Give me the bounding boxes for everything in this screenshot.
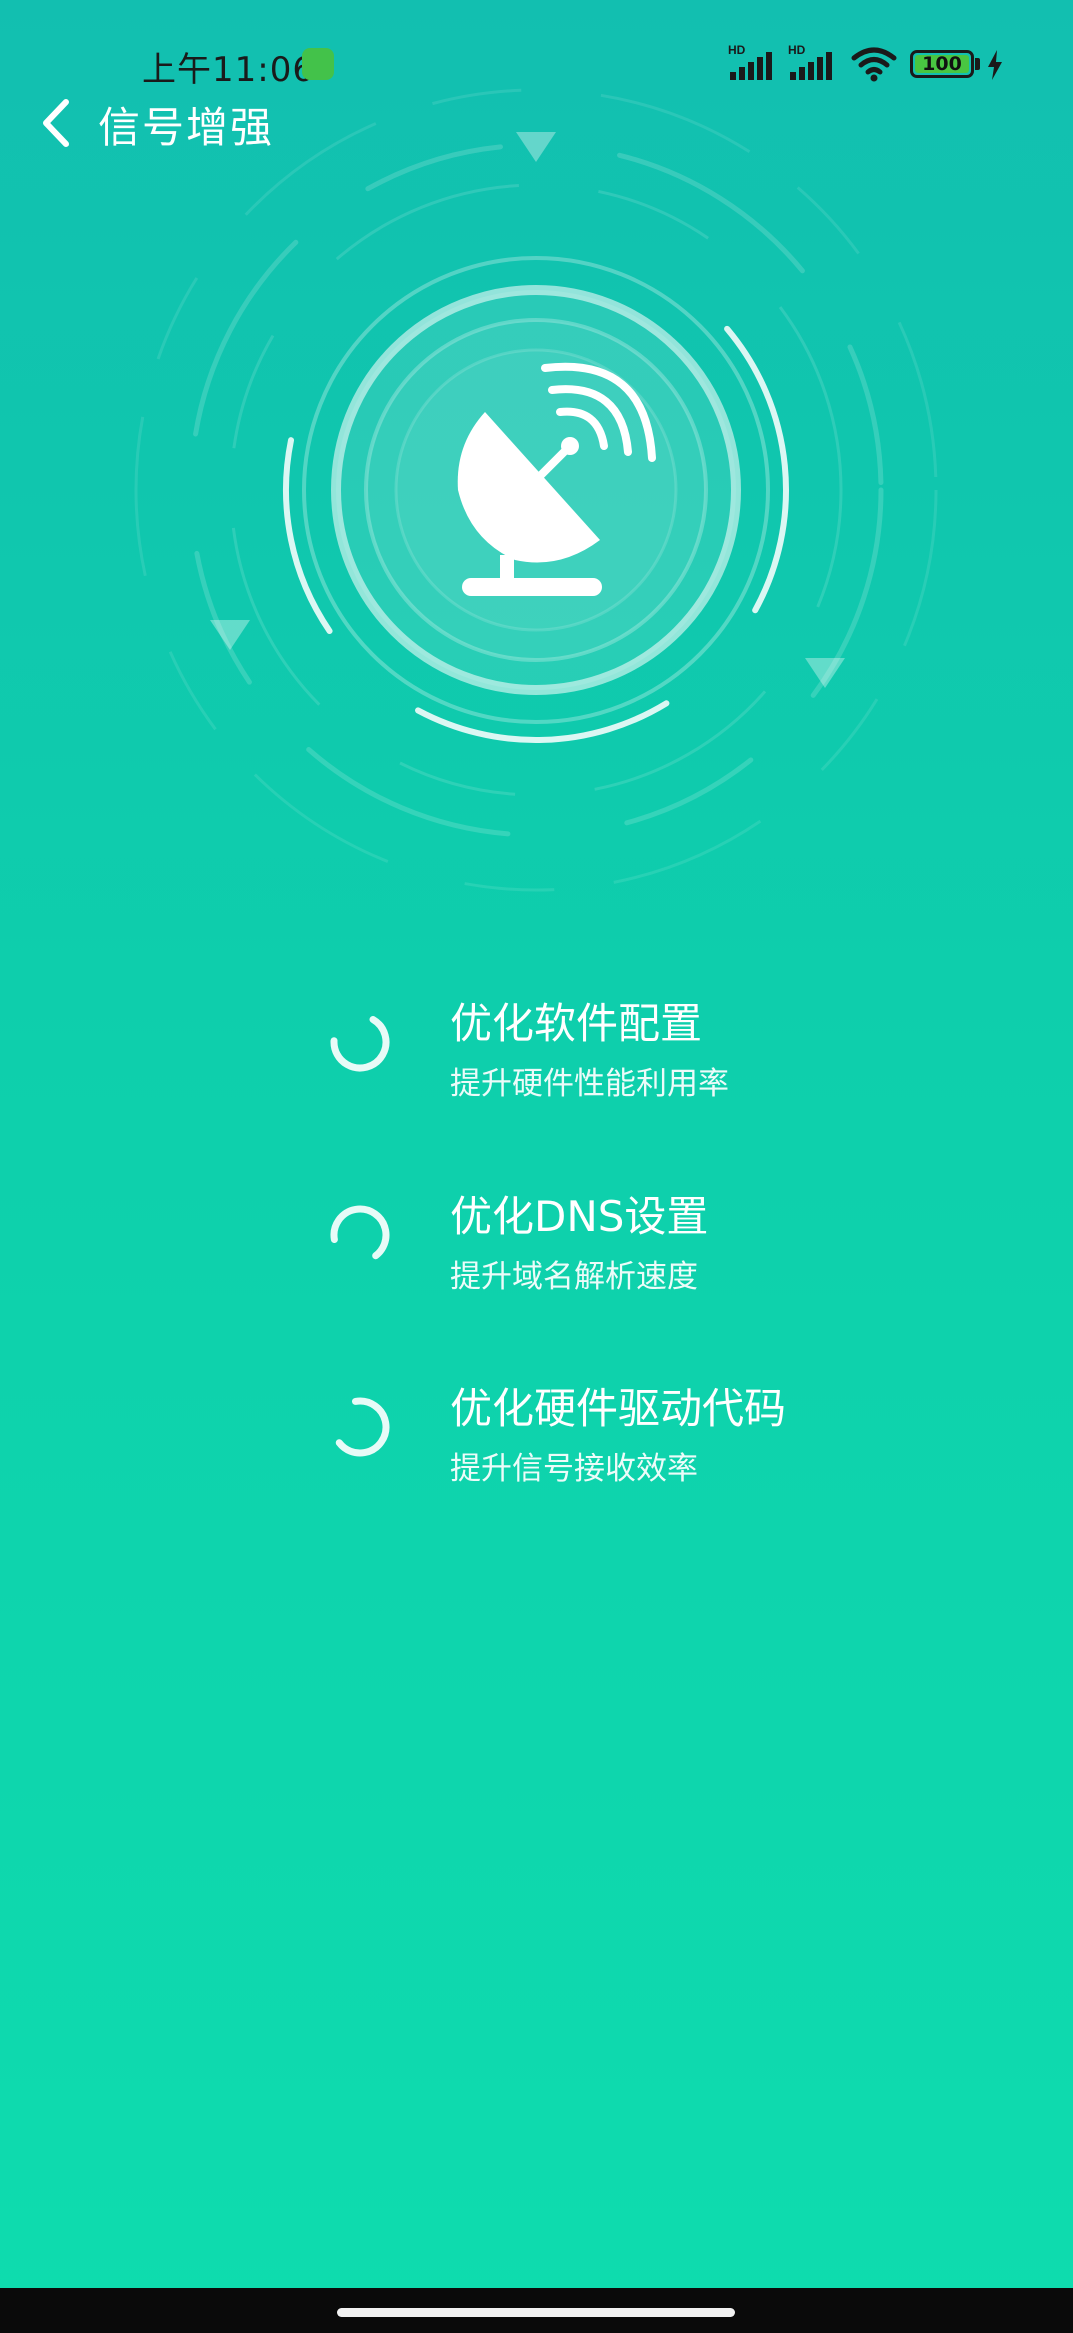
signal-radar-graphic [134,88,938,892]
task-item: 优化软件配置 提升硬件性能利用率 [326,990,926,1120]
home-indicator[interactable] [337,2308,735,2317]
task-title: 优化硬件驱动代码 [450,1384,787,1433]
task-subtitle: 提升域名解析速度 [450,1259,698,1295]
task-title: 优化DNS设置 [450,1192,709,1241]
loading-spinner-icon [330,1205,390,1265]
task-item: 优化硬件驱动代码 提升信号接收效率 [326,1375,926,1505]
loading-spinner-icon [330,1397,390,1457]
task-title: 优化软件配置 [450,999,703,1048]
task-subtitle: 提升硬件性能利用率 [450,1066,729,1102]
task-subtitle: 提升信号接收效率 [450,1451,698,1487]
loading-spinner-icon [330,1012,390,1072]
task-item: 优化DNS设置 提升域名解析速度 [326,1183,926,1313]
